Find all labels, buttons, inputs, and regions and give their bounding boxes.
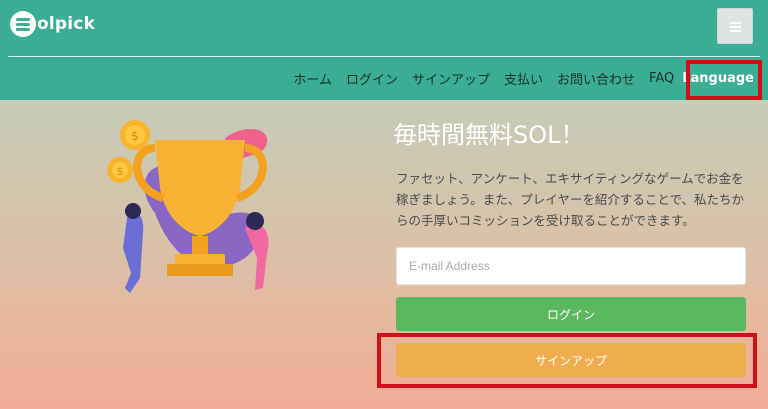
hamburger-icon (730, 22, 741, 24)
svg-text:$: $ (131, 129, 139, 143)
trophy-illustration: $ $ (107, 120, 269, 293)
solpick-logo-icon (10, 11, 36, 37)
svg-text:$: $ (117, 165, 124, 178)
nav-login[interactable]: ログイン (346, 69, 398, 88)
hero-title: 毎時間無料SOL！ (393, 121, 585, 149)
email-input[interactable] (396, 247, 746, 285)
main-nav: ホーム ログイン サインアップ 支払い お問い合わせ FAQ Language (279, 61, 754, 95)
logo-text: olpick (37, 14, 96, 34)
signup-highlight-box (377, 333, 757, 388)
nav-faq[interactable]: FAQ (649, 71, 674, 86)
nav-contact[interactable]: お問い合わせ (557, 69, 635, 88)
menu-toggle-button[interactable] (717, 8, 753, 44)
nav-signup[interactable]: サインアップ (412, 69, 490, 88)
site-logo[interactable]: olpick (10, 11, 95, 37)
nav-payments[interactable]: 支払い (504, 69, 543, 88)
header-divider (8, 56, 760, 57)
person-left (123, 213, 144, 293)
hero-description: ファセット、アンケート、エキサイティングなゲームでお金を稼ぎましょう。また、プレ… (396, 171, 745, 228)
nav-home[interactable]: ホーム (293, 69, 332, 88)
site-header: olpick ホーム ログイン サインアップ 支払い お問い合わせ FAQ La… (0, 0, 768, 100)
language-highlight-box (686, 60, 762, 100)
person-right (245, 224, 269, 290)
login-button[interactable]: ログイン (396, 297, 746, 331)
